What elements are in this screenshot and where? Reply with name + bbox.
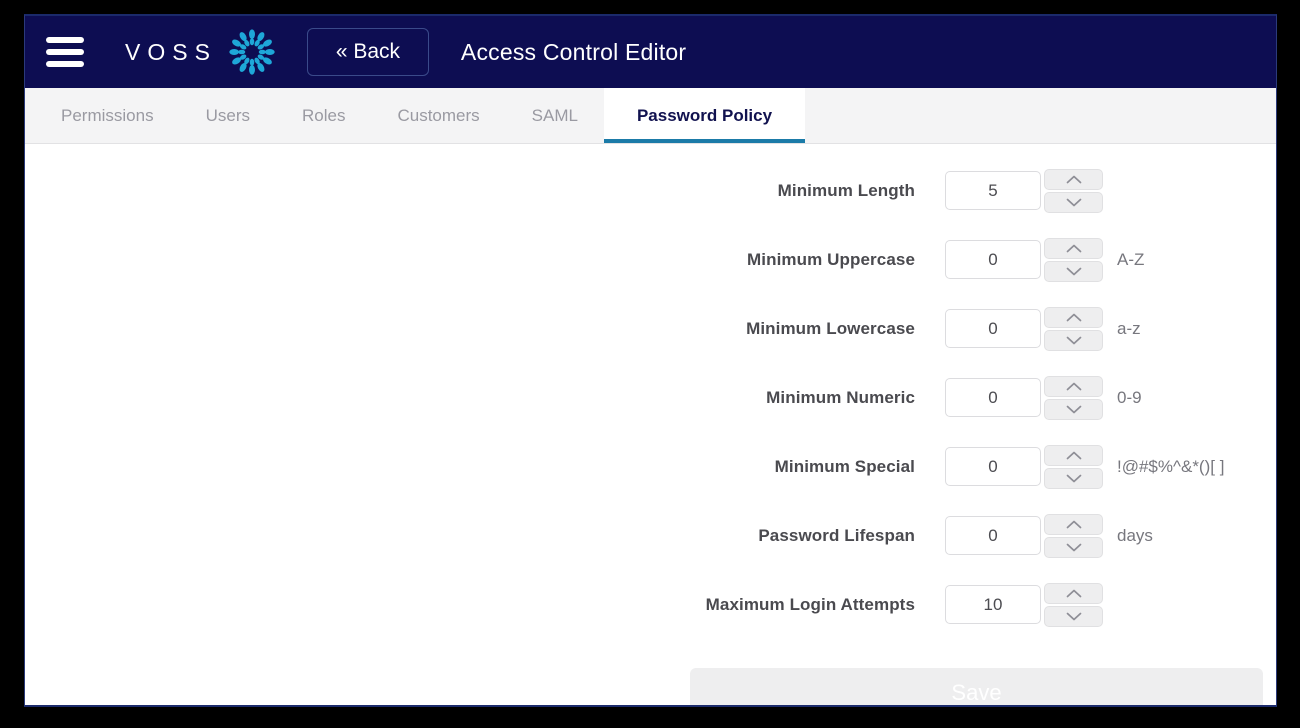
form-row-minimum-uppercase: Minimum Uppercase A-Z: [25, 225, 1276, 294]
input-maximum-login-attempts[interactable]: [945, 585, 1041, 624]
label-minimum-numeric: Minimum Numeric: [766, 387, 915, 407]
label-maximum-login-attempts: Maximum Login Attempts: [705, 594, 915, 614]
chevron-down-icon[interactable]: [1044, 605, 1103, 627]
chevron-up-icon[interactable]: [1044, 375, 1103, 397]
chevron-up-icon[interactable]: [1044, 306, 1103, 328]
password-policy-form: Minimum LengthMinimum UppercaseA-ZMinimu…: [25, 144, 1276, 639]
tab-password-policy[interactable]: Password Policy: [603, 88, 806, 143]
spinner-buttons-minimum-numeric: [1044, 375, 1103, 420]
hamburger-bar-1: [46, 37, 84, 43]
chevron-up-icon[interactable]: [1044, 237, 1103, 259]
spinner-buttons-minimum-lowercase: [1044, 306, 1103, 351]
hint-minimum-numeric: 0-9: [1117, 387, 1142, 407]
input-password-lifespan[interactable]: [945, 516, 1041, 555]
chevron-down-icon[interactable]: [1044, 260, 1103, 282]
spinner-password-lifespan: days: [945, 513, 1153, 558]
form-row-maximum-login-attempts: Maximum Login Attempts: [25, 570, 1276, 639]
input-minimum-length[interactable]: [945, 171, 1041, 210]
chevron-up-icon[interactable]: [1044, 513, 1103, 535]
page-title: Access Control Editor: [460, 38, 687, 65]
form-row-minimum-numeric: Minimum Numeric 0-9: [25, 363, 1276, 432]
top-navigation-bar: VOSS « Back Access Control Editor: [25, 16, 1276, 88]
spinner-buttons-minimum-uppercase: [1044, 237, 1103, 282]
spinner-buttons-password-lifespan: [1044, 513, 1103, 558]
hamburger-bar-3: [46, 61, 84, 67]
save-button-row: Save: [25, 668, 1276, 705]
label-minimum-uppercase: Minimum Uppercase: [747, 249, 915, 269]
chevron-down-icon[interactable]: [1044, 467, 1103, 489]
input-minimum-numeric[interactable]: [945, 378, 1041, 417]
chevron-down-icon[interactable]: [1044, 398, 1103, 420]
tab-bar: Permissions Users Roles Customers SAML Passwo…: [25, 88, 1276, 144]
spinner-buttons-minimum-special: [1044, 444, 1103, 489]
spinner-minimum-lowercase: a-z: [945, 306, 1141, 351]
tab-customers[interactable]: Customers: [371, 88, 505, 143]
spinner-buttons-minimum-length: [1044, 168, 1103, 213]
chevron-up-icon[interactable]: [1044, 444, 1103, 466]
tab-roles[interactable]: Roles: [276, 88, 371, 143]
chevron-up-icon[interactable]: [1044, 168, 1103, 190]
chevron-up-icon[interactable]: [1044, 582, 1103, 604]
tab-permissions[interactable]: Permissions: [35, 88, 180, 143]
hint-password-lifespan: days: [1117, 525, 1153, 545]
label-minimum-lowercase: Minimum Lowercase: [746, 318, 915, 338]
main-content: Minimum LengthMinimum UppercaseA-ZMinimu…: [25, 144, 1276, 705]
spinner-minimum-numeric: 0-9: [945, 375, 1142, 420]
chevron-down-icon[interactable]: [1044, 536, 1103, 558]
tab-saml[interactable]: SAML: [506, 88, 604, 143]
save-button[interactable]: Save: [690, 668, 1263, 705]
hint-minimum-lowercase: a-z: [1117, 318, 1141, 338]
form-row-minimum-lowercase: Minimum Lowercase a-z: [25, 294, 1276, 363]
spinner-minimum-length: [945, 168, 1103, 213]
input-minimum-special[interactable]: [945, 447, 1041, 486]
hint-minimum-uppercase: A-Z: [1117, 249, 1145, 269]
back-button[interactable]: « Back: [306, 28, 429, 76]
voss-petal-logo-icon: [225, 25, 279, 79]
form-row-password-lifespan: Password Lifespan days: [25, 501, 1276, 570]
label-password-lifespan: Password Lifespan: [758, 525, 915, 545]
label-minimum-length: Minimum Length: [777, 180, 915, 200]
input-minimum-uppercase[interactable]: [945, 240, 1041, 279]
tab-users[interactable]: Users: [180, 88, 276, 143]
spinner-buttons-maximum-login-attempts: [1044, 582, 1103, 627]
chevron-down-icon[interactable]: [1044, 329, 1103, 351]
label-minimum-special: Minimum Special: [774, 456, 915, 476]
spinner-minimum-uppercase: A-Z: [945, 237, 1145, 282]
spinner-minimum-special: !@#$%^&*()[ ]: [945, 444, 1225, 489]
hamburger-bar-2: [46, 49, 84, 55]
application-window: VOSS « Back Access Control Editor Permis…: [24, 14, 1277, 707]
hint-minimum-special: !@#$%^&*()[ ]: [1117, 456, 1225, 476]
form-row-minimum-length: Minimum Length: [25, 156, 1276, 225]
form-row-minimum-special: Minimum Special !@#$%^&*()[ ]: [25, 432, 1276, 501]
hamburger-menu-icon[interactable]: [43, 32, 87, 72]
input-minimum-lowercase[interactable]: [945, 309, 1041, 348]
spinner-maximum-login-attempts: [945, 582, 1103, 627]
chevron-down-icon[interactable]: [1044, 191, 1103, 213]
brand-wordmark: VOSS: [125, 38, 217, 65]
